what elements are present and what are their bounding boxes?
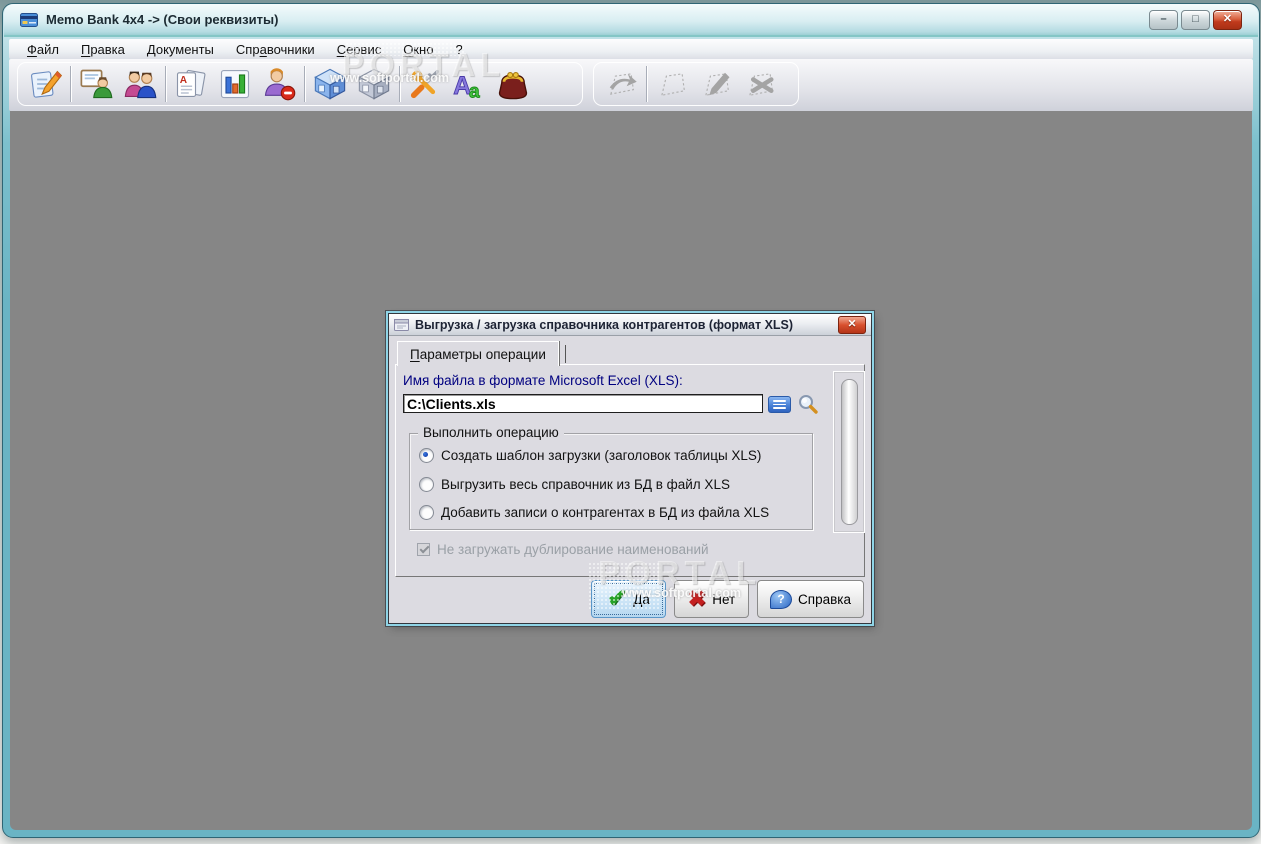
menu-item-documents[interactable]: Документы <box>147 42 214 57</box>
toolbar-separator <box>70 66 71 102</box>
main-titlebar[interactable]: Memo Bank 4x4 -> (Свои реквизиты) – □ ✕ <box>4 4 1258 37</box>
window-title: Memo Bank 4x4 -> (Свои реквизиты) <box>46 12 279 27</box>
no-button[interactable]: ✖ Нет <box>674 580 749 618</box>
employee-board-icon[interactable] <box>74 63 118 105</box>
menu-item-service[interactable]: Сервис <box>337 42 382 57</box>
file-path-input[interactable] <box>403 394 763 413</box>
minimize-button[interactable]: – <box>1149 9 1178 30</box>
menu-item-help[interactable]: ? <box>455 42 462 57</box>
radio-create-template[interactable]: Создать шаблон загрузки (заголовок табли… <box>419 448 761 463</box>
record-edit-icon <box>694 63 738 105</box>
record-arrow-icon <box>599 63 643 105</box>
cross-icon: ✖ <box>687 586 707 611</box>
purse-icon[interactable] <box>491 63 535 105</box>
database-gray-icon[interactable] <box>352 63 396 105</box>
edit-document-icon[interactable] <box>23 63 67 105</box>
menu-item-directories[interactable]: Справочники <box>236 42 315 57</box>
tab-caret <box>564 345 566 363</box>
clients-icon[interactable] <box>118 63 162 105</box>
toolbar-separator <box>399 66 400 102</box>
toolbar: A A a <box>9 59 1253 111</box>
radio-button-icon[interactable] <box>419 477 434 492</box>
menu-bar: Файл Правка Документы Справочники Сервис… <box>9 39 1253 59</box>
scrollbar-thumb[interactable] <box>840 379 858 525</box>
dialog-titlebar[interactable]: Выгрузка / загрузка справочника контраге… <box>389 314 871 336</box>
documents-icon[interactable]: A <box>169 63 213 105</box>
xls-export-dialog: Выгрузка / загрузка справочника контраге… <box>388 313 872 624</box>
checkbox-icon <box>417 543 430 556</box>
check-icon: ✔ <box>607 585 628 612</box>
tab-operation-params[interactable]: Параметры операции <box>397 341 566 366</box>
record-blank-icon <box>650 63 694 105</box>
operation-groupbox: Выполнить операцию Создать шаблон загруз… <box>409 425 813 530</box>
toolbar-separator <box>646 66 647 102</box>
toolbar-separator <box>304 66 305 102</box>
remove-person-icon[interactable] <box>257 63 301 105</box>
tools-icon[interactable] <box>403 63 447 105</box>
browse-search-icon[interactable] <box>797 393 819 415</box>
radio-button-icon[interactable] <box>419 448 434 463</box>
dialog-form-icon <box>394 318 409 331</box>
record-delete-icon <box>738 63 782 105</box>
no-duplicates-checkbox: Не загружать дублирование наименований <box>417 542 709 557</box>
bank-card-icon <box>20 12 38 27</box>
font-icon[interactable]: A a <box>447 63 491 105</box>
dialog-close-button[interactable]: ✕ <box>838 315 866 334</box>
radio-button-icon[interactable] <box>419 505 434 520</box>
close-button[interactable]: ✕ <box>1213 9 1242 30</box>
svg-text:a: a <box>469 82 480 103</box>
file-name-label: Имя файла в формате Microsoft Excel (XLS… <box>403 373 683 388</box>
radio-export-all[interactable]: Выгрузить весь справочник из БД в файл X… <box>419 477 730 492</box>
file-list-button[interactable] <box>768 396 791 413</box>
svg-text:A: A <box>180 75 188 86</box>
report-chart-icon[interactable] <box>213 63 257 105</box>
menu-item-edit[interactable]: Правка <box>81 42 125 57</box>
radio-import-records[interactable]: Добавить записи о контрагентах в БД из ф… <box>419 505 769 520</box>
dialog-title: Выгрузка / загрузка справочника контраге… <box>415 317 794 332</box>
desktop: { "window": { "title": "Memo Bank 4x4 ->… <box>0 0 1261 844</box>
toolbar-separator <box>165 66 166 102</box>
vertical-scrollbar[interactable] <box>833 371 865 533</box>
help-button[interactable]: ? Справка <box>757 580 864 618</box>
operation-group-title: Выполнить операцию <box>418 425 564 440</box>
toolbar-panel-main: A A a <box>17 62 583 106</box>
tab-page: Имя файла в формате Microsoft Excel (XLS… <box>395 364 865 577</box>
window-controls: – □ ✕ <box>1149 9 1248 30</box>
help-bubble-icon: ? <box>770 589 793 609</box>
yes-button[interactable]: ✔ Да <box>591 580 666 618</box>
menu-item-window[interactable]: Окно <box>403 42 433 57</box>
toolbar-panel-records <box>593 62 799 106</box>
menu-item-file[interactable]: Файл <box>27 42 59 57</box>
database-blue-icon[interactable] <box>308 63 352 105</box>
maximize-button[interactable]: □ <box>1181 9 1210 30</box>
